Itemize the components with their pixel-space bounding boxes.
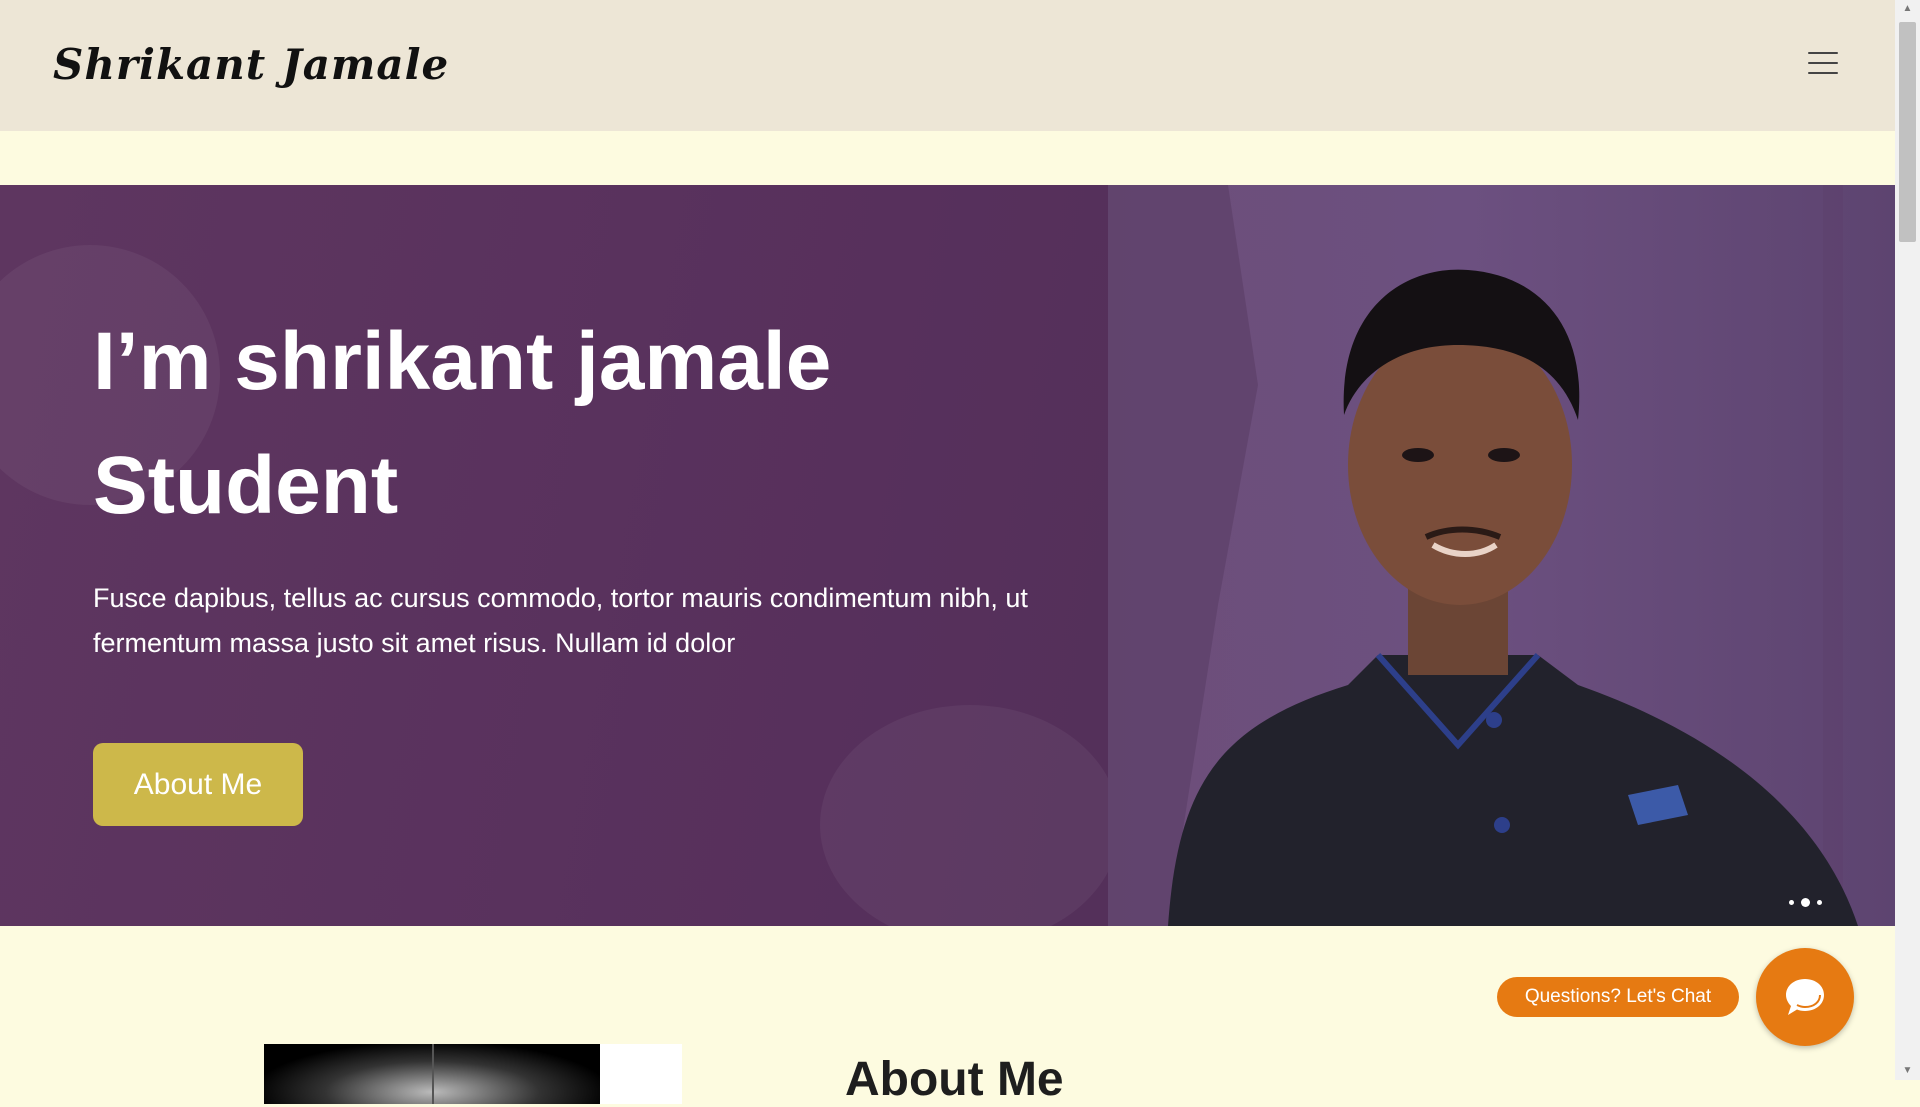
slider-dot-2[interactable] [1800,897,1810,907]
about-image [264,1044,682,1104]
chat-launcher-button[interactable] [1756,948,1854,1046]
scroll-down-arrow-icon[interactable]: ▼ [1895,1062,1920,1080]
site-header: Shrikant Jamale [0,0,1895,131]
hamburger-menu-icon[interactable] [1808,52,1838,76]
hero-title: I’m shrikant jamale Student [93,300,831,548]
about-me-button[interactable]: About Me [93,743,303,826]
slider-dot-1[interactable] [1788,899,1794,905]
page-scrollbar[interactable]: ▲ ▼ [1895,0,1920,1080]
hero-title-line2: Student [93,440,399,531]
chat-bubble-icon [1786,979,1824,1015]
hero-portrait-photo [1108,185,1895,926]
slider-dots [1780,890,1830,914]
portrait-illustration [1108,185,1858,926]
header-spacer [0,131,1895,185]
hero-description: Fusce dapibus, tellus ac cursus commodo,… [93,583,1028,658]
scrollbar-thumb[interactable] [1899,22,1916,242]
hero-slider: I’m shrikant jamale Student Fusce dapibu… [0,185,1895,926]
hero-title-line1: I’m shrikant jamale [93,316,832,407]
slider-dot-3[interactable] [1816,899,1822,905]
scroll-up-arrow-icon[interactable]: ▲ [1895,0,1920,18]
about-image-divider [432,1044,434,1104]
chat-prompt-button[interactable]: Questions? Let's Chat [1497,977,1739,1017]
site-logo[interactable]: Shrikant Jamale [53,40,449,89]
hero-bg-blur [820,705,1120,926]
